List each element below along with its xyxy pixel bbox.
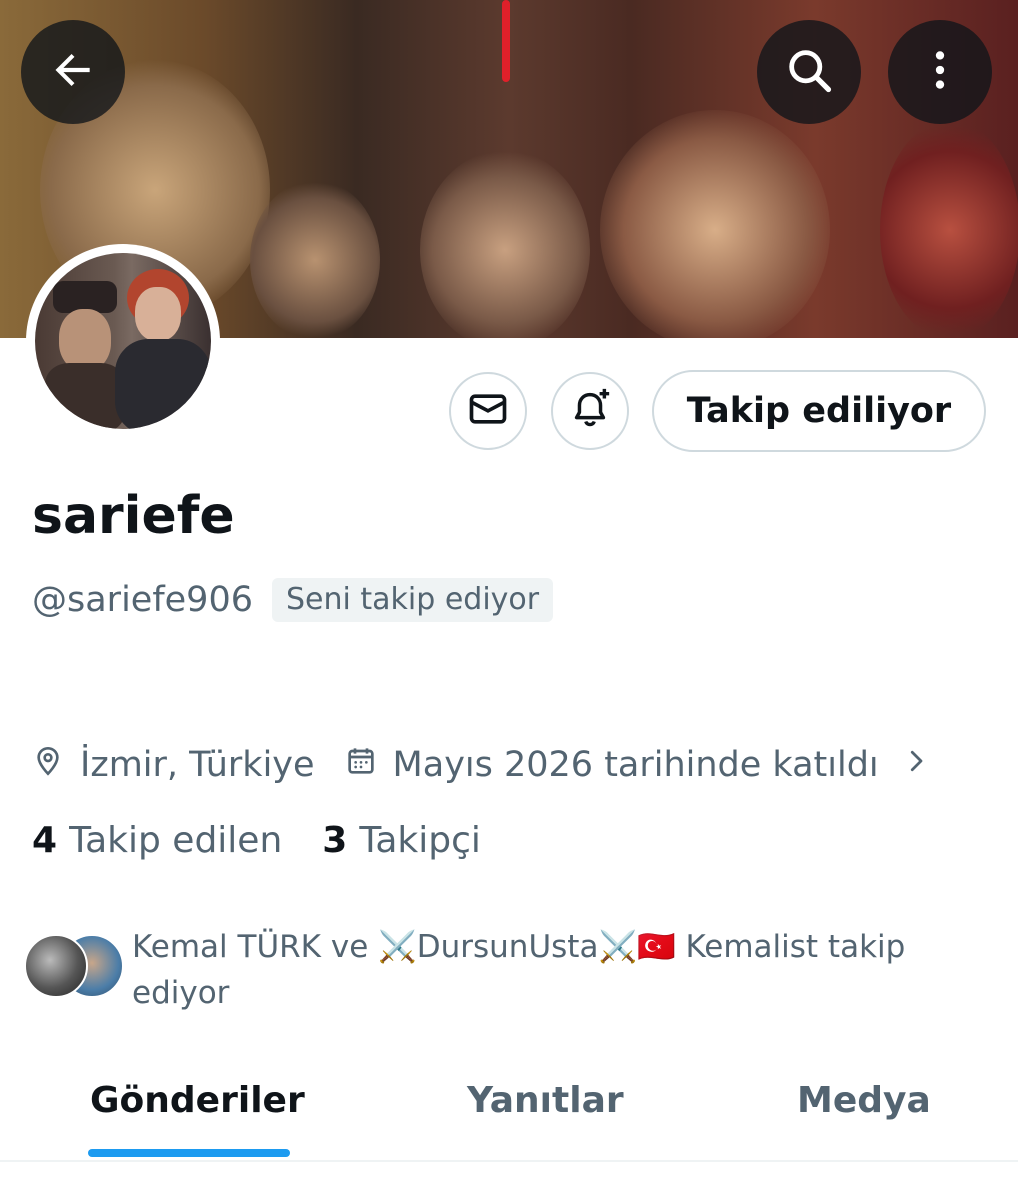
- user-handle: @sariefe906: [32, 580, 253, 620]
- arrow-left-icon: [48, 45, 98, 99]
- display-name: sariefe: [32, 486, 235, 546]
- calendar-icon: [345, 745, 377, 786]
- location-text: İzmir, Türkiye: [80, 745, 315, 785]
- bell-plus-icon: [567, 386, 613, 436]
- followers-count: 3: [322, 820, 348, 861]
- avatar-image: [35, 253, 211, 429]
- followed-by-text: Kemal TÜRK ve ⚔️DursunUsta⚔️🇹🇷 Kemalist …: [132, 929, 906, 1011]
- location-pin-icon: [32, 745, 64, 786]
- tab-replies[interactable]: Yanıtlar: [467, 1080, 624, 1121]
- chevron-right-icon[interactable]: [901, 745, 931, 785]
- search-icon: [783, 44, 835, 100]
- follow-stats: 4 Takip edilen 3 Takipçi: [32, 820, 481, 861]
- followed-by-section[interactable]: Kemal TÜRK ve ⚔️DursunUsta⚔️🇹🇷 Kemalist …: [24, 924, 1004, 1014]
- followers-label: Takipçi: [359, 820, 481, 861]
- more-options-button[interactable]: [888, 20, 992, 124]
- notification-button[interactable]: [551, 372, 629, 450]
- message-button[interactable]: [449, 372, 527, 450]
- envelope-icon: [466, 387, 510, 435]
- profile-tabs: Gönderiler Yanıtlar Medya: [0, 1060, 1018, 1162]
- following-label: Takip edilen: [69, 820, 283, 861]
- joined-date[interactable]: Mayıs 2026 tarihinde katıldı: [393, 745, 879, 785]
- following-link[interactable]: 4 Takip edilen: [32, 820, 282, 861]
- banner-red-mark: [502, 0, 510, 82]
- following-count: 4: [32, 820, 58, 861]
- back-button[interactable]: [21, 20, 125, 124]
- follows-you-badge: Seni takip ediyor: [272, 578, 554, 622]
- profile-meta: İzmir, Türkiye Mayıs 2026 tarihinde katı…: [32, 740, 931, 790]
- search-button[interactable]: [757, 20, 861, 124]
- following-button[interactable]: Takip ediliyor: [652, 370, 986, 452]
- followers-link[interactable]: 3 Takipçi: [322, 820, 481, 861]
- more-vertical-icon: [915, 45, 965, 99]
- profile-avatar[interactable]: [26, 244, 220, 438]
- active-tab-indicator: [88, 1149, 290, 1157]
- follower-avatar-1: [24, 934, 88, 998]
- tab-media[interactable]: Medya: [797, 1080, 931, 1121]
- tab-posts[interactable]: Gönderiler: [90, 1080, 305, 1121]
